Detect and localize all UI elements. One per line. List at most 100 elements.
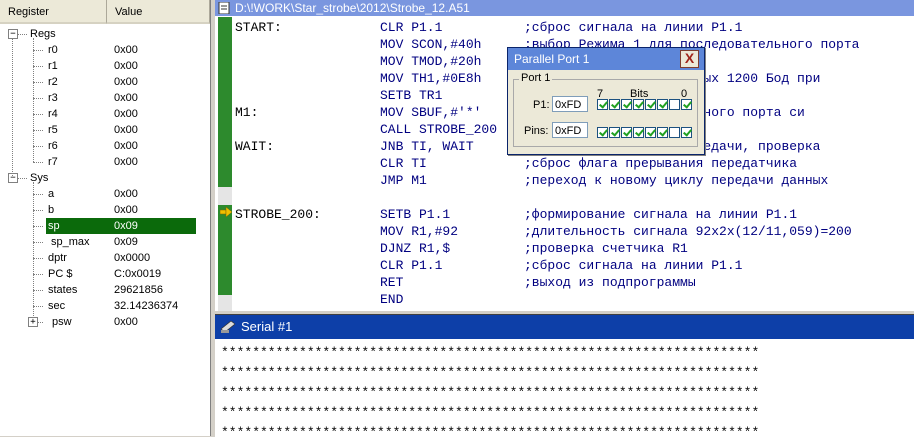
serial-window[interactable]: Serial #1 ******************************… — [215, 314, 914, 437]
register-row-pc[interactable]: PC $ C:0x0019 — [0, 266, 210, 282]
code-line[interactable] — [215, 189, 914, 206]
register-row-r7[interactable]: r7 0x00 — [0, 154, 210, 170]
pins-bit-1-checkbox[interactable] — [669, 127, 680, 138]
register-value[interactable]: 0x09 — [114, 234, 138, 250]
register-value[interactable]: C:0x0019 — [114, 266, 161, 282]
code-line[interactable]: STROBE_200: SETB P1.1 ;формирование сигнал… — [215, 206, 914, 223]
register-row-psw[interactable]: psw 0x00 + — [0, 314, 210, 330]
pins-bit-4-checkbox[interactable] — [633, 127, 644, 138]
code-instruction: JNB TI, WAIT — [380, 139, 474, 154]
tree-connector — [33, 98, 43, 99]
register-value[interactable]: 0x00 — [114, 202, 138, 218]
p1-bit-5-checkbox[interactable] — [621, 99, 632, 110]
register-row-r2[interactable]: r2 0x00 — [0, 74, 210, 90]
pins-bit-5-checkbox[interactable] — [621, 127, 632, 138]
expand-icon[interactable]: + — [28, 317, 38, 327]
value-column-header[interactable]: Value — [107, 0, 210, 24]
register-name: r3 — [48, 92, 58, 104]
code-instruction: RET — [380, 275, 404, 290]
register-row-dptr[interactable]: dptr 0x0000 — [0, 250, 210, 266]
tree-connector — [33, 226, 43, 227]
close-button[interactable]: X — [680, 50, 699, 68]
register-value[interactable]: 0x00 — [114, 186, 138, 202]
collapse-icon[interactable]: − — [8, 173, 18, 183]
pins-bit-7-checkbox[interactable] — [597, 127, 608, 138]
p1-bit-1-checkbox[interactable] — [669, 99, 680, 110]
code-instruction: CALL STROBE_200 — [380, 122, 498, 137]
register-value[interactable]: 0x00 — [114, 154, 138, 170]
serial-title: Serial #1 — [241, 319, 293, 334]
p1-bit-7-checkbox[interactable] — [597, 99, 608, 110]
register-value[interactable]: 0x09 — [114, 218, 138, 234]
register-value[interactable]: 0x00 — [114, 58, 138, 74]
code-comment: ;сброс сигнала на линии P1.1 — [524, 20, 743, 35]
tree-connector — [33, 194, 43, 195]
register-value[interactable]: 0x00 — [114, 122, 138, 138]
tree-connector — [33, 242, 43, 243]
code-line[interactable]: DJNZ R1,$ ;проверка счетчика R1 — [215, 240, 914, 257]
register-row-a[interactable]: a 0x00 — [0, 186, 210, 202]
register-value[interactable]: 0x0000 — [114, 250, 150, 266]
code-label: WAIT: — [235, 139, 275, 154]
pins-bit-6-checkbox[interactable] — [609, 127, 620, 138]
editor-title-bar[interactable]: D:\!WORK\Star_strobe\2012\Strobe_12.A51 — [215, 0, 914, 16]
dialog-title-bar[interactable]: Parallel Port 1 — [508, 48, 704, 70]
register-name: r5 — [48, 124, 58, 136]
p1-bit-0-checkbox[interactable] — [681, 99, 692, 110]
register-row-r6[interactable]: r6 0x00 — [0, 138, 210, 154]
register-value[interactable]: 0x00 — [114, 42, 138, 58]
code-line[interactable]: END — [215, 291, 914, 308]
tree-group-sys[interactable]: − Sys — [0, 170, 210, 186]
p1-bit-2-checkbox[interactable] — [657, 99, 668, 110]
register-value[interactable]: 32.14236374 — [114, 298, 178, 314]
register-table-header: Register Value — [0, 0, 210, 24]
code-instruction: MOV TMOD,#20h — [380, 54, 482, 69]
dialog-title: Parallel Port 1 — [514, 52, 590, 66]
parallel-port-dialog[interactable]: Parallel Port 1 X Port 1 7 Bits 0 P1: 0x… — [507, 47, 705, 155]
serial-output[interactable]: ****************************************… — [221, 343, 914, 437]
pins-bit-2-checkbox[interactable] — [657, 127, 668, 138]
p1-bit-6-checkbox[interactable] — [609, 99, 620, 110]
register-row-sp_max[interactable]: sp_max 0x09 — [0, 234, 210, 250]
code-comment: ;формирование сигнала на линии P1.1 — [524, 207, 798, 222]
p1-bit-4-checkbox[interactable] — [633, 99, 644, 110]
register-row-sec[interactable]: sec 32.14236374 — [0, 298, 210, 314]
register-row-r4[interactable]: r4 0x00 — [0, 106, 210, 122]
pins-value-input[interactable]: 0xFD — [552, 122, 588, 138]
code-line[interactable]: MOV R1,#92 ;длительность сигнала 92x2x(12… — [215, 223, 914, 240]
code-line[interactable]: START: CLR P1.1 ;сброс сигнала на линии P1… — [215, 19, 914, 36]
collapse-icon[interactable]: − — [8, 29, 18, 39]
register-row-b[interactable]: b 0x00 — [0, 202, 210, 218]
code-line[interactable]: JMP M1 ;переход к новому циклу передачи д… — [215, 172, 914, 189]
code-line[interactable]: CLR TI ;сброс флага прерывания передатчик… — [215, 155, 914, 172]
code-instruction: MOV SBUF,#'*' — [380, 105, 482, 120]
register-row-states[interactable]: states 29621856 — [0, 282, 210, 298]
register-row-r1[interactable]: r1 0x00 — [0, 58, 210, 74]
register-column-header[interactable]: Register — [0, 0, 107, 24]
register-row-r5[interactable]: r5 0x00 — [0, 122, 210, 138]
tree-group-regs[interactable]: − Regs — [0, 26, 210, 42]
code-comment: ;длительность сигнала 92x2x(12/11,059)=2… — [524, 224, 852, 239]
code-instruction: CLR P1.1 — [380, 258, 443, 273]
pins-bit-0-checkbox[interactable] — [681, 127, 692, 138]
register-panel: Register Value − Regs r0 0x00 r1 0x00 r2 0x00 r3… — [0, 0, 211, 436]
code-comment: ;сброс сигнала на линии P1.1 — [524, 258, 743, 273]
register-row-r0[interactable]: r0 0x00 — [0, 42, 210, 58]
serial-title-bar[interactable]: Serial #1 — [215, 315, 914, 339]
code-line[interactable]: CLR P1.1 ;сброс сигнала на линии P1.1 — [215, 257, 914, 274]
register-value[interactable]: 0x00 — [114, 106, 138, 122]
code-label: START: — [235, 20, 282, 35]
register-value[interactable]: 0x00 — [114, 314, 138, 330]
register-row-r3[interactable]: r3 0x00 — [0, 90, 210, 106]
register-value[interactable]: 0x00 — [114, 138, 138, 154]
pins-bit-3-checkbox[interactable] — [645, 127, 656, 138]
p1-value-input[interactable]: 0xFD — [552, 96, 588, 112]
register-value[interactable]: 0x00 — [114, 74, 138, 90]
register-value[interactable]: 29621856 — [114, 282, 163, 298]
code-comment: ;сброс флага прерывания передатчика — [524, 156, 798, 171]
register-value[interactable]: 0x00 — [114, 90, 138, 106]
register-row-sp[interactable]: sp 0x09 — [0, 218, 210, 234]
tree-connector — [18, 178, 27, 179]
code-line[interactable]: RET ;выход из подпрограммы — [215, 274, 914, 291]
p1-bit-3-checkbox[interactable] — [645, 99, 656, 110]
